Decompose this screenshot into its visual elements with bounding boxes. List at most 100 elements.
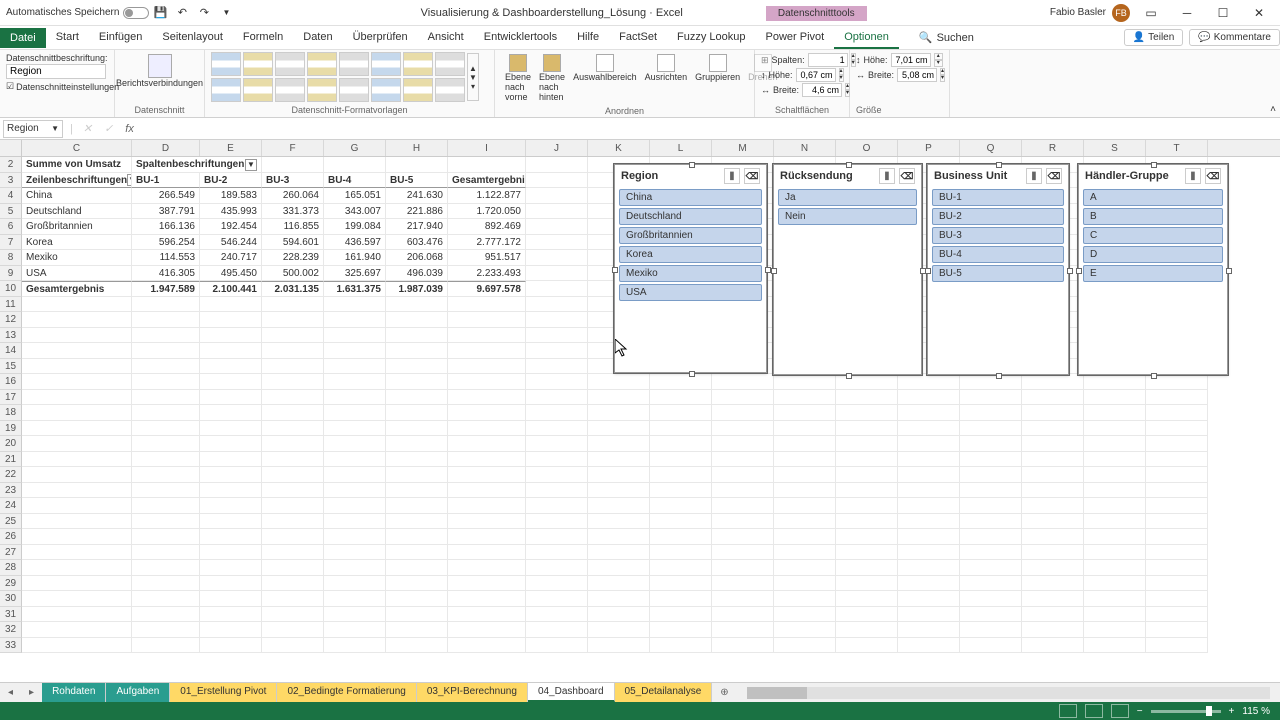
row-header[interactable]: 4 — [0, 188, 22, 204]
cell[interactable]: Spaltenbeschriftungen▼ — [132, 157, 262, 173]
cell[interactable] — [1022, 514, 1084, 530]
cell[interactable] — [650, 467, 712, 483]
cell[interactable] — [526, 638, 588, 654]
cell[interactable] — [448, 452, 526, 468]
formula-input[interactable] — [140, 121, 1280, 137]
row-header[interactable]: 29 — [0, 576, 22, 592]
cell[interactable] — [22, 560, 132, 576]
cell[interactable] — [324, 328, 386, 344]
sheet-tab[interactable]: Aufgaben — [106, 683, 170, 702]
cell[interactable] — [650, 421, 712, 437]
cell[interactable] — [1084, 529, 1146, 545]
multiselect-icon[interactable]: ⫼ — [724, 168, 740, 184]
cell[interactable] — [526, 514, 588, 530]
cell[interactable] — [386, 359, 448, 375]
slicer-item[interactable]: Deutschland — [619, 208, 762, 225]
row-header[interactable]: 18 — [0, 405, 22, 421]
cell[interactable] — [836, 467, 898, 483]
cell[interactable]: 114.553 — [132, 250, 200, 266]
cell[interactable]: 9.697.578 — [448, 281, 526, 297]
cell[interactable] — [960, 545, 1022, 561]
cell[interactable]: China — [22, 188, 132, 204]
tab-daten[interactable]: Daten — [293, 27, 342, 49]
slicer-rücksendung[interactable]: Rücksendung⫼⌫JaNein — [773, 164, 922, 375]
cell[interactable] — [386, 421, 448, 437]
tab-formeln[interactable]: Formeln — [233, 27, 293, 49]
cell[interactable] — [386, 638, 448, 654]
cell[interactable] — [526, 173, 588, 189]
cell[interactable] — [448, 390, 526, 406]
qa-dropdown-icon[interactable]: ▼ — [219, 6, 233, 20]
cell[interactable] — [200, 576, 262, 592]
cell[interactable] — [1022, 591, 1084, 607]
cell[interactable] — [836, 591, 898, 607]
cell[interactable]: Deutschland — [22, 204, 132, 220]
page-layout-view-icon[interactable] — [1085, 704, 1103, 718]
cell[interactable] — [960, 607, 1022, 623]
cell[interactable] — [588, 483, 650, 499]
cell[interactable] — [650, 390, 712, 406]
cell[interactable] — [1022, 529, 1084, 545]
cell[interactable] — [1084, 390, 1146, 406]
zoom-in-icon[interactable]: + — [1229, 706, 1235, 717]
cell[interactable] — [960, 591, 1022, 607]
cell[interactable] — [588, 390, 650, 406]
size-width-input[interactable] — [897, 68, 937, 82]
cell[interactable] — [898, 622, 960, 638]
cell[interactable]: 594.601 — [262, 235, 324, 251]
column-header[interactable]: R — [1022, 140, 1084, 156]
cell[interactable] — [132, 452, 200, 468]
cell[interactable] — [262, 390, 324, 406]
cell[interactable] — [1022, 622, 1084, 638]
cell[interactable] — [1084, 591, 1146, 607]
cell[interactable] — [774, 545, 836, 561]
cell[interactable]: 166.136 — [132, 219, 200, 235]
cell[interactable] — [588, 452, 650, 468]
cell[interactable]: 331.373 — [262, 204, 324, 220]
cell[interactable] — [898, 607, 960, 623]
cell[interactable] — [324, 374, 386, 390]
cell[interactable] — [1146, 390, 1208, 406]
sheet-nav-next-icon[interactable]: ▸ — [21, 687, 42, 698]
cell[interactable] — [200, 545, 262, 561]
cell[interactable] — [712, 467, 774, 483]
slicer-item[interactable]: China — [619, 189, 762, 206]
cell[interactable] — [448, 529, 526, 545]
cell[interactable] — [960, 390, 1022, 406]
cell[interactable] — [898, 374, 960, 390]
zoom-out-icon[interactable]: − — [1137, 706, 1143, 717]
cell[interactable] — [448, 405, 526, 421]
cell[interactable] — [774, 405, 836, 421]
cell[interactable] — [526, 607, 588, 623]
cell[interactable] — [588, 545, 650, 561]
cell[interactable] — [132, 560, 200, 576]
cell[interactable] — [132, 405, 200, 421]
cell[interactable] — [324, 359, 386, 375]
cell[interactable] — [1146, 421, 1208, 437]
cell[interactable] — [324, 436, 386, 452]
cell[interactable] — [1146, 622, 1208, 638]
cell[interactable]: 435.993 — [200, 204, 262, 220]
column-header[interactable]: M — [712, 140, 774, 156]
row-header[interactable]: 27 — [0, 545, 22, 561]
cell[interactable] — [1084, 622, 1146, 638]
cell[interactable] — [1084, 545, 1146, 561]
cell[interactable] — [386, 297, 448, 313]
cell[interactable] — [526, 250, 588, 266]
cell[interactable] — [132, 374, 200, 390]
cell[interactable] — [1022, 483, 1084, 499]
cell[interactable]: 1.122.877 — [448, 188, 526, 204]
cell[interactable] — [22, 436, 132, 452]
cell[interactable] — [526, 328, 588, 344]
cell[interactable] — [386, 405, 448, 421]
cell[interactable] — [836, 529, 898, 545]
cell[interactable] — [1022, 498, 1084, 514]
new-sheet-icon[interactable]: ⊕ — [712, 687, 736, 698]
cell[interactable] — [1146, 436, 1208, 452]
row-header[interactable]: 3 — [0, 173, 22, 189]
cell[interactable]: 387.791 — [132, 204, 200, 220]
cell[interactable] — [898, 638, 960, 654]
cell[interactable] — [22, 514, 132, 530]
button-width-input[interactable] — [802, 83, 842, 97]
cell[interactable] — [448, 421, 526, 437]
